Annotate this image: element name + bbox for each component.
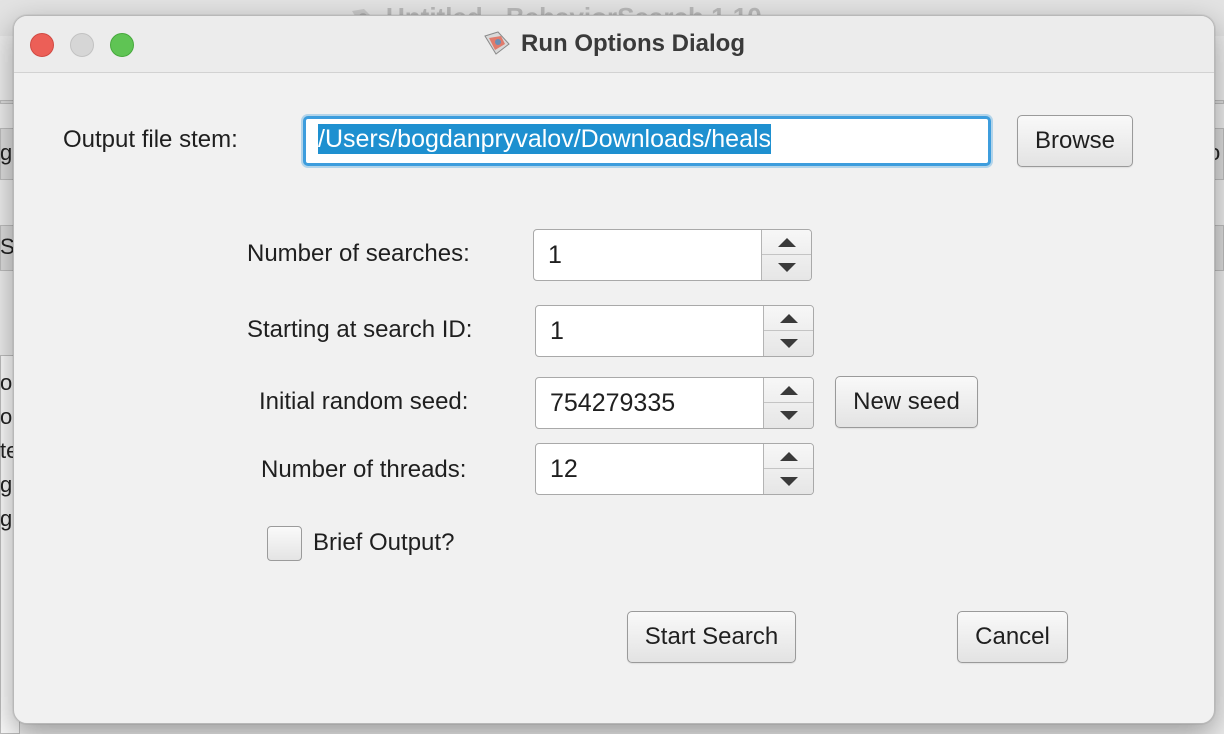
arrow-up-icon (780, 386, 798, 395)
initial-random-seed-value: 754279335 (550, 389, 676, 417)
dialog-titlebar[interactable]: Run Options Dialog (14, 16, 1214, 73)
cancel-button[interactable]: Cancel (957, 611, 1068, 663)
starting-search-id-spinner[interactable]: 1 (535, 305, 814, 357)
start-search-button[interactable]: Start Search (627, 611, 796, 663)
browse-button[interactable]: Browse (1017, 115, 1133, 167)
number-of-threads-value: 12 (550, 455, 578, 483)
increment-button[interactable] (762, 230, 811, 255)
run-options-dialog: Run Options Dialog Output file stem: /Us… (13, 15, 1215, 724)
spinner-buttons (761, 230, 811, 280)
arrow-up-icon (778, 238, 796, 247)
increment-button[interactable] (764, 378, 813, 403)
app-logo-icon (483, 30, 511, 56)
output-file-stem-input[interactable]: /Users/bogdanpryvalov/Downloads/heals (303, 116, 991, 166)
decrement-button[interactable] (762, 255, 811, 280)
output-file-stem-value: /Users/bogdanpryvalov/Downloads/heals (318, 124, 772, 154)
arrow-up-icon (780, 452, 798, 461)
brief-output-checkbox[interactable] (267, 526, 302, 561)
number-of-searches-value: 1 (548, 241, 562, 269)
spinner-buttons (763, 378, 813, 428)
output-file-stem-label: Output file stem: (63, 126, 238, 153)
arrow-down-icon (780, 477, 798, 486)
dialog-title: Run Options Dialog (14, 30, 1214, 58)
brief-output-label: Brief Output? (313, 529, 455, 556)
increment-button[interactable] (764, 444, 813, 469)
arrow-down-icon (778, 263, 796, 272)
spinner-buttons (763, 306, 813, 356)
increment-button[interactable] (764, 306, 813, 331)
arrow-down-icon (780, 339, 798, 348)
number-of-threads-label: Number of threads: (261, 456, 467, 483)
arrow-up-icon (780, 314, 798, 323)
initial-random-seed-spinner[interactable]: 754279335 (535, 377, 814, 429)
starting-search-id-label: Starting at search ID: (247, 316, 473, 343)
spinner-buttons (763, 444, 813, 494)
initial-random-seed-label: Initial random seed: (259, 388, 469, 415)
number-of-threads-spinner[interactable]: 12 (535, 443, 814, 495)
decrement-button[interactable] (764, 469, 813, 494)
number-of-searches-spinner[interactable]: 1 (533, 229, 812, 281)
decrement-button[interactable] (764, 331, 813, 356)
dialog-title-text: Run Options Dialog (521, 30, 745, 57)
starting-search-id-value: 1 (550, 317, 564, 345)
new-seed-button[interactable]: New seed (835, 376, 978, 428)
arrow-down-icon (780, 411, 798, 420)
decrement-button[interactable] (764, 403, 813, 428)
number-of-searches-label: Number of searches: (247, 240, 470, 267)
